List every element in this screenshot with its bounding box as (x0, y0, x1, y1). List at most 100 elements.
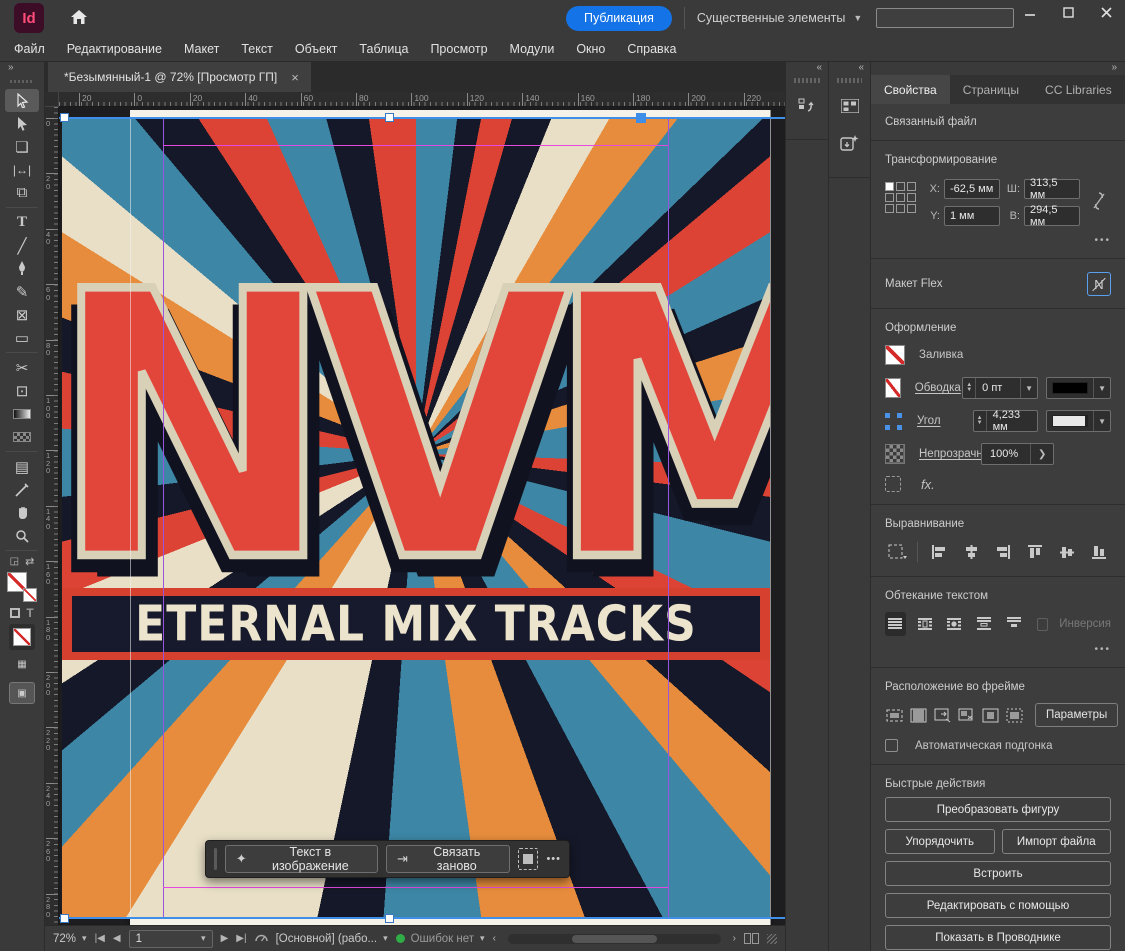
tab-pages[interactable]: Страницы (950, 75, 1032, 104)
x-field[interactable]: -62,5 мм (944, 179, 1000, 199)
chevron-down-icon[interactable]: ▼ (1093, 411, 1110, 431)
selection-handle-bottom-center[interactable] (385, 914, 394, 923)
align-center-vertical-icon[interactable] (1056, 540, 1079, 564)
menu-edit[interactable]: Редактирование (67, 42, 175, 56)
frame-corner-icon[interactable] (885, 476, 901, 492)
tools-collapse-icon[interactable]: » (0, 62, 44, 76)
home-icon[interactable] (70, 9, 88, 28)
scissors-tool[interactable]: ✂ (5, 356, 39, 379)
content-grabber-handle[interactable] (636, 113, 646, 123)
fill-frame-proportionally-icon[interactable] (909, 703, 928, 727)
pen-tool[interactable] (5, 257, 39, 280)
selection-frame-top[interactable] (59, 117, 785, 119)
text-to-image-button[interactable]: ✦ Текст в изображение (225, 845, 378, 873)
minimize-button[interactable] (1011, 0, 1049, 24)
artboards-panel-icon[interactable] (835, 91, 865, 121)
column-guide-right[interactable] (668, 117, 669, 918)
stepper-arrows-icon[interactable]: ▲▼ (963, 378, 976, 398)
frame-fitting-icon[interactable] (518, 848, 539, 870)
content-aware-fit-icon[interactable] (1005, 703, 1024, 727)
page-number-field[interactable]: 1 ▾ (129, 930, 213, 948)
gradient-tool[interactable] (5, 402, 39, 425)
apply-none-button[interactable] (9, 624, 35, 650)
fit-frame-to-content-icon[interactable] (957, 703, 976, 727)
tab-properties[interactable]: Свойства (871, 75, 950, 104)
selection-handle-top-left[interactable] (60, 113, 69, 122)
zoom-tool[interactable] (5, 524, 39, 547)
stroke-color-well[interactable]: ▼ (1046, 377, 1111, 399)
align-bottom-icon[interactable] (1088, 540, 1111, 564)
invert-checkbox[interactable] (1037, 618, 1048, 631)
wrap-bounding-box-icon[interactable] (915, 612, 936, 636)
reveal-in-explorer-button[interactable]: Показать в Проводнике (885, 925, 1111, 950)
align-top-icon[interactable] (1024, 540, 1047, 564)
formatting-container-toggle[interactable] (10, 608, 20, 618)
panel-expand-icon[interactable]: » (871, 62, 1125, 75)
next-page-button[interactable]: ▶ (221, 933, 229, 944)
first-page-button[interactable]: |◀ (95, 933, 105, 944)
resize-grip[interactable] (767, 934, 777, 944)
constrain-proportions-broken-link-icon[interactable] (1092, 191, 1106, 214)
fx-effects-button[interactable]: fx. (921, 477, 935, 492)
align-left-icon[interactable] (927, 540, 950, 564)
height-field[interactable]: 294,5 мм (1024, 206, 1080, 226)
center-content-icon[interactable] (981, 703, 1000, 727)
stroke-weight-value[interactable]: 0 пт (976, 382, 1020, 394)
tools-grip[interactable] (10, 77, 34, 85)
gap-tool[interactable]: |↔| (5, 158, 39, 181)
prev-page-button[interactable]: ◀ (113, 933, 121, 944)
dock-collapse-icon[interactable]: « (786, 62, 828, 76)
maximize-button[interactable] (1049, 0, 1087, 24)
menu-view[interactable]: Просмотр (430, 42, 500, 56)
scroll-left-arrow[interactable]: ‹ (493, 933, 496, 944)
selection-handle-bottom-left[interactable] (60, 914, 69, 923)
fit-content-proportionally-icon[interactable] (885, 703, 904, 727)
width-field[interactable]: 313,5 мм (1024, 179, 1080, 199)
last-page-button[interactable]: ▶| (236, 933, 246, 944)
corner-radius-value[interactable]: 4,233 мм (987, 409, 1038, 433)
content-collector-tool[interactable]: ⧉ (5, 181, 39, 204)
gradient-feather-tool[interactable] (5, 425, 39, 448)
ruler-origin-box[interactable] (45, 92, 59, 107)
workspace-switcher[interactable]: Существенные элементы ▼ (697, 11, 862, 25)
formatting-text-toggle[interactable]: T (26, 606, 33, 620)
dock-collapse-icon[interactable]: « (829, 62, 870, 76)
convert-shape-button[interactable]: Преобразовать фигуру (885, 797, 1111, 822)
scroll-right-arrow[interactable]: › (733, 933, 736, 944)
fill-stroke-swatches[interactable] (7, 572, 37, 602)
fit-content-to-frame-icon[interactable] (933, 703, 952, 727)
frame-tool[interactable]: ⊠ (5, 303, 39, 326)
close-button[interactable] (1087, 0, 1125, 24)
stepper-arrows-icon[interactable]: ▲▼ (974, 411, 987, 431)
pages-panel-icon[interactable] (792, 91, 822, 121)
menu-layout[interactable]: Макет (184, 42, 232, 56)
stroke-weight-stepper[interactable]: ▲▼ 0 пт ▼ (962, 377, 1038, 399)
rectangle-tool[interactable]: ▭ (5, 326, 39, 349)
wrap-object-shape-icon[interactable] (944, 612, 965, 636)
context-bar-more-button[interactable]: ••• (546, 853, 561, 865)
notes-tool[interactable]: ▤ (5, 455, 39, 478)
fitting-options-button[interactable]: Параметры (1035, 703, 1118, 727)
selection-tool[interactable] (5, 89, 39, 112)
wrap-none-icon[interactable] (885, 612, 906, 636)
edit-with-button[interactable]: Редактировать с помощью (885, 893, 1111, 918)
document-tab[interactable]: *Безымянный-1 @ 72% [Просмотр ГП] × (48, 62, 311, 92)
menu-window[interactable]: Окно (576, 42, 618, 56)
transform-more-options[interactable]: ••• (885, 235, 1111, 246)
pasteboard[interactable]: NVM ETERNAL MIX TRACKS (59, 107, 785, 925)
opacity-label[interactable]: Непрозрачн (919, 448, 981, 460)
eyedropper-tool[interactable] (5, 478, 39, 501)
spread-view-icon[interactable] (744, 933, 759, 944)
autofit-checkbox[interactable] (885, 739, 898, 752)
context-bar-grip[interactable] (214, 848, 217, 870)
selection-frame-bottom[interactable] (59, 917, 785, 919)
opacity-value[interactable]: 100% (982, 448, 1030, 460)
arrange-button[interactable]: Упорядочить (885, 829, 995, 854)
menu-plugins[interactable]: Модули (510, 42, 568, 56)
opacity-expand-arrow[interactable]: ❯ (1030, 444, 1053, 464)
tab-cc-libraries[interactable]: CC Libraries (1032, 75, 1125, 104)
dock-grip[interactable] (794, 78, 820, 83)
wrap-more-options[interactable]: ••• (885, 644, 1111, 655)
embed-button[interactable]: Встроить (885, 861, 1111, 886)
line-tool[interactable]: ╱ (5, 234, 39, 257)
